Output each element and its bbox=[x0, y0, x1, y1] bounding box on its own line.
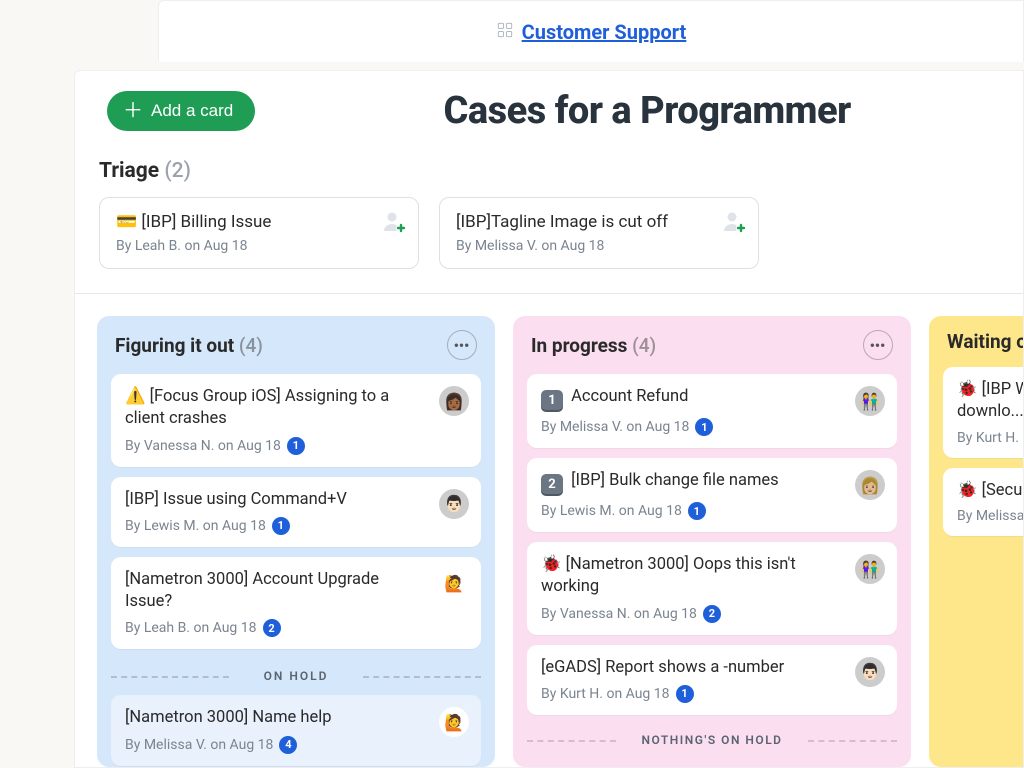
triage-section: Triage (2) 💳 [IBP] Billing Issue By Leah… bbox=[75, 151, 1023, 294]
list-card[interactable]: 🐞 [Nametron 3000] Oops this isn't workin… bbox=[527, 542, 897, 635]
assign-icon[interactable] bbox=[380, 208, 406, 238]
bug-icon: 🐞 bbox=[957, 481, 978, 500]
nothing-on-hold-label: NOTHING'S ON HOLD bbox=[527, 733, 897, 747]
card-meta: By Melissa V. on Aug 18 bbox=[125, 737, 273, 753]
avatar[interactable]: 🙋 bbox=[439, 569, 469, 599]
avatar[interactable]: 👨🏻 bbox=[439, 489, 469, 519]
list-card[interactable]: 🐞 [Secur... By Melissa V bbox=[943, 468, 1023, 536]
triage-title: Triage bbox=[99, 159, 159, 183]
on-hold-divider: ON HOLD bbox=[111, 669, 481, 683]
step-icon: 2 bbox=[541, 474, 563, 496]
card-meta: By Lewis M. on Aug 18 bbox=[541, 503, 682, 519]
comment-count-badge: 1 bbox=[688, 502, 706, 520]
card-title: [eGADS] Report shows a -number bbox=[541, 658, 784, 677]
column-title: Waiting on bbox=[947, 330, 1023, 353]
card-meta: By Kurt H. o bbox=[957, 430, 1023, 446]
main-panel: ＋ Add a card Cases for a Programmer Tria… bbox=[74, 70, 1024, 768]
avatar[interactable]: 👨🏻 bbox=[855, 657, 885, 687]
card-meta: By Kurt H. on Aug 18 bbox=[541, 686, 670, 702]
list-card-on-hold[interactable]: [Nametron 3000] Name help By Melissa V. … bbox=[111, 695, 481, 765]
comment-count-badge: 1 bbox=[695, 418, 713, 436]
list-card[interactable]: 1 Account Refund By Melissa V. on Aug 18… bbox=[527, 374, 897, 448]
card-meta: By Leah B. on Aug 18 bbox=[125, 620, 257, 636]
column-waiting-on: Waiting on 🐞 [IBP W... to downlo... By K… bbox=[929, 316, 1023, 767]
triage-heading: Triage (2) bbox=[99, 159, 999, 183]
triage-card[interactable]: [IBP]Tagline Image is cut off By Melissa… bbox=[439, 197, 759, 269]
card-title: [Secur... bbox=[982, 481, 1023, 500]
card-title: [IBP] Bulk change file names bbox=[571, 471, 779, 490]
card-title: [Nametron 3000] Account Upgrade Issue? bbox=[125, 570, 379, 611]
card-title: Account Refund bbox=[571, 387, 688, 406]
list-card[interactable]: 2 [IBP] Bulk change file names By Lewis … bbox=[527, 458, 897, 532]
add-card-button[interactable]: ＋ Add a card bbox=[107, 91, 255, 131]
card-title: [Nametron 3000] Name help bbox=[125, 708, 332, 727]
column-title: In progress bbox=[531, 334, 627, 357]
board-header: ＋ Add a card Cases for a Programmer bbox=[75, 71, 1023, 151]
card-meta: By Melissa V. on Aug 18 bbox=[456, 238, 742, 254]
bug-icon: 🐞 bbox=[957, 380, 978, 399]
add-card-label: Add a card bbox=[151, 101, 233, 121]
card-meta: By Leah B. on Aug 18 bbox=[116, 238, 402, 254]
column-more-button[interactable]: ••• bbox=[447, 330, 477, 360]
grid-icon bbox=[496, 20, 514, 44]
column-in-progress: In progress (4) ••• 1 Account Refund By … bbox=[513, 316, 911, 767]
column-title: Figuring it out bbox=[115, 334, 234, 357]
list-card[interactable]: [eGADS] Report shows a -number By Kurt H… bbox=[527, 645, 897, 715]
card-meta: By Melissa V. on Aug 18 bbox=[541, 419, 689, 435]
comment-count-badge: 2 bbox=[263, 619, 281, 637]
avatar[interactable]: 👩🏾 bbox=[439, 386, 469, 416]
triage-cards: 💳 [IBP] Billing Issue By Leah B. on Aug … bbox=[99, 197, 999, 269]
comment-count-badge: 1 bbox=[287, 437, 305, 455]
warning-icon: ⚠️ bbox=[125, 387, 146, 406]
comment-count-badge: 2 bbox=[703, 605, 721, 623]
breadcrumb-label: Customer Support bbox=[522, 20, 687, 44]
card-title: [IBP]Tagline Image is cut off bbox=[456, 212, 668, 232]
step-icon: 1 bbox=[541, 390, 563, 412]
bug-icon: 🐞 bbox=[541, 555, 562, 574]
column-header: In progress (4) ••• bbox=[527, 330, 897, 360]
column-header: Figuring it out (4) ••• bbox=[111, 330, 481, 360]
list-card[interactable]: [Nametron 3000] Account Upgrade Issue? B… bbox=[111, 557, 481, 650]
avatar[interactable]: 👩🏼 bbox=[855, 470, 885, 500]
list-card[interactable]: ⚠️ [Focus Group iOS] Assigning to a clie… bbox=[111, 374, 481, 467]
comment-count-badge: 1 bbox=[272, 517, 290, 535]
triage-count: (2) bbox=[164, 159, 191, 183]
comment-count-badge: 4 bbox=[279, 736, 297, 754]
card-meta: By Vanessa N. on Aug 18 bbox=[125, 438, 281, 454]
list-card[interactable]: [IBP] Issue using Command+V By Lewis M. … bbox=[111, 477, 481, 547]
columns-container: Figuring it out (4) ••• ⚠️ [Focus Group … bbox=[75, 294, 1023, 767]
card-meta: By Lewis M. on Aug 18 bbox=[125, 518, 266, 534]
card-meta: By Melissa V bbox=[957, 508, 1023, 524]
avatar[interactable]: 👫 bbox=[855, 554, 885, 584]
column-count: (4) bbox=[632, 334, 656, 357]
card-title: [Focus Group iOS] Assigning to a client … bbox=[125, 387, 389, 428]
breadcrumb-bar: Customer Support bbox=[158, 0, 1024, 62]
assign-icon[interactable] bbox=[720, 208, 746, 238]
card-icon: 💳 bbox=[116, 212, 137, 232]
board-title: Cases for a Programmer bbox=[295, 89, 999, 133]
card-title: [IBP] Issue using Command+V bbox=[125, 490, 347, 509]
card-title: [IBP] Billing Issue bbox=[141, 212, 271, 232]
column-header: Waiting on bbox=[943, 330, 1023, 353]
avatar[interactable]: 🙋 bbox=[439, 707, 469, 737]
column-figuring-it-out: Figuring it out (4) ••• ⚠️ [Focus Group … bbox=[97, 316, 495, 767]
triage-card[interactable]: 💳 [IBP] Billing Issue By Leah B. on Aug … bbox=[99, 197, 419, 269]
column-count: (4) bbox=[239, 334, 263, 357]
plus-icon: ＋ bbox=[123, 101, 143, 121]
avatar[interactable]: 👫 bbox=[855, 386, 885, 416]
breadcrumb-link[interactable]: Customer Support bbox=[496, 20, 687, 44]
column-more-button[interactable]: ••• bbox=[863, 330, 893, 360]
comment-count-badge: 1 bbox=[676, 685, 694, 703]
card-title: [Nametron 3000] Oops this isn't working bbox=[541, 555, 796, 596]
list-card[interactable]: 🐞 [IBP W... to downlo... By Kurt H. o bbox=[943, 367, 1023, 458]
card-meta: By Vanessa N. on Aug 18 bbox=[541, 606, 697, 622]
